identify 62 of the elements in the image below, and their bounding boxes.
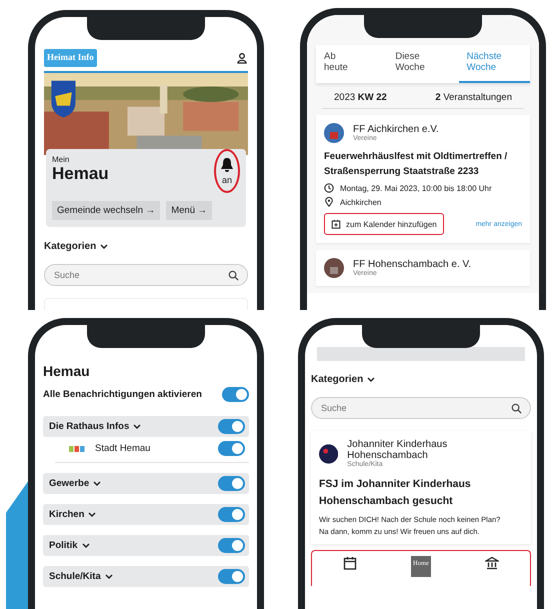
nav-button[interactable]: Menü →	[166, 201, 212, 220]
toggle-switch[interactable]	[218, 476, 245, 491]
category-label: Die Rathaus Infos	[49, 421, 130, 432]
tab[interactable]: Nächste Woche	[458, 45, 530, 83]
search-field[interactable]: Suche	[44, 264, 248, 286]
town-hall-icon[interactable]	[484, 556, 499, 570]
event-date: Montag, 29. Mai 2023, 10:00 bis 18:00 Uhr	[340, 184, 492, 193]
tab[interactable]: Ab heute	[316, 45, 388, 83]
location-pin-icon	[324, 197, 334, 208]
clock-icon	[324, 183, 334, 194]
avatar-icon	[324, 258, 344, 278]
avatar-icon	[324, 123, 344, 143]
source-label: Stadt Hemau	[95, 443, 150, 454]
category-row[interactable]: Schule/Kita	[43, 566, 249, 587]
event-title: Feuerwehrhäuslfest mit Oldtimertreffen / Straßensperrung Staatstraße 2233	[324, 150, 508, 179]
chevron-down-icon	[93, 481, 102, 486]
category-label: Politik	[49, 540, 78, 551]
organization-name: FF Hohenschambach e. V.	[353, 259, 472, 270]
event-location: Aichkirchen	[340, 198, 382, 207]
calendar-add-icon	[331, 219, 341, 230]
event-count: 2 Veranstaltungen	[435, 92, 512, 103]
bell-icon	[220, 157, 234, 173]
organization-name: Johanniter Kinderhaus Hohenschambach	[347, 439, 448, 461]
category-row[interactable]: Politik	[43, 535, 249, 556]
category-row[interactable]: Die Rathaus Infos	[43, 416, 249, 437]
category-label: Schule/Kita	[49, 571, 101, 582]
town-logo-icon	[69, 446, 85, 452]
tab[interactable]: Diese Woche	[387, 45, 459, 83]
category-label: Kirchen	[49, 509, 84, 520]
chevron-down-icon	[133, 424, 142, 429]
nav-button[interactable]: Gemeinde wechseln →	[52, 201, 160, 220]
setting-label: Alle Benachrichtigungen aktivieren	[43, 389, 202, 400]
category-row[interactable]: Gewerbe	[43, 473, 249, 494]
search-field[interactable]: Suche	[311, 397, 531, 419]
notification-toggle[interactable]: an	[214, 149, 240, 193]
add-to-calendar-button[interactable]: zum Kalender hinzufügen	[324, 213, 444, 236]
week-label: 2023 KW 22	[334, 92, 387, 103]
categories-dropdown[interactable]: Kategorien	[311, 374, 376, 385]
toggle-switch[interactable]	[222, 387, 249, 402]
town-name: Hemau	[43, 363, 91, 379]
calendar-icon[interactable]	[343, 556, 358, 570]
search-icon[interactable]	[511, 403, 522, 414]
chevron-down-icon	[100, 244, 108, 249]
post-title: FSJ im Johanniter Kinderhaus Hohenschambach gesucht	[319, 477, 472, 509]
greeting-label: Mein	[52, 155, 70, 164]
toggle-switch[interactable]	[218, 441, 245, 456]
category-label: Gewerbe	[49, 478, 90, 489]
category-row[interactable]: Kirchen	[43, 504, 249, 525]
categories-dropdown[interactable]: Kategorien	[44, 241, 108, 252]
chevron-down-icon	[104, 574, 113, 579]
toggle-switch[interactable]	[218, 538, 245, 553]
chevron-down-icon	[82, 543, 90, 548]
chevron-down-icon	[88, 512, 96, 517]
toggle-switch[interactable]	[218, 507, 245, 522]
town-name: Hemau	[52, 164, 109, 184]
user-icon[interactable]	[236, 52, 248, 64]
toggle-switch[interactable]	[218, 419, 245, 434]
avatar-icon	[319, 444, 338, 464]
search-icon[interactable]	[228, 270, 239, 281]
chevron-down-icon	[367, 377, 376, 382]
toggle-switch[interactable]	[218, 569, 245, 584]
organization-name: FF Aichkirchen e.V.	[353, 124, 439, 135]
